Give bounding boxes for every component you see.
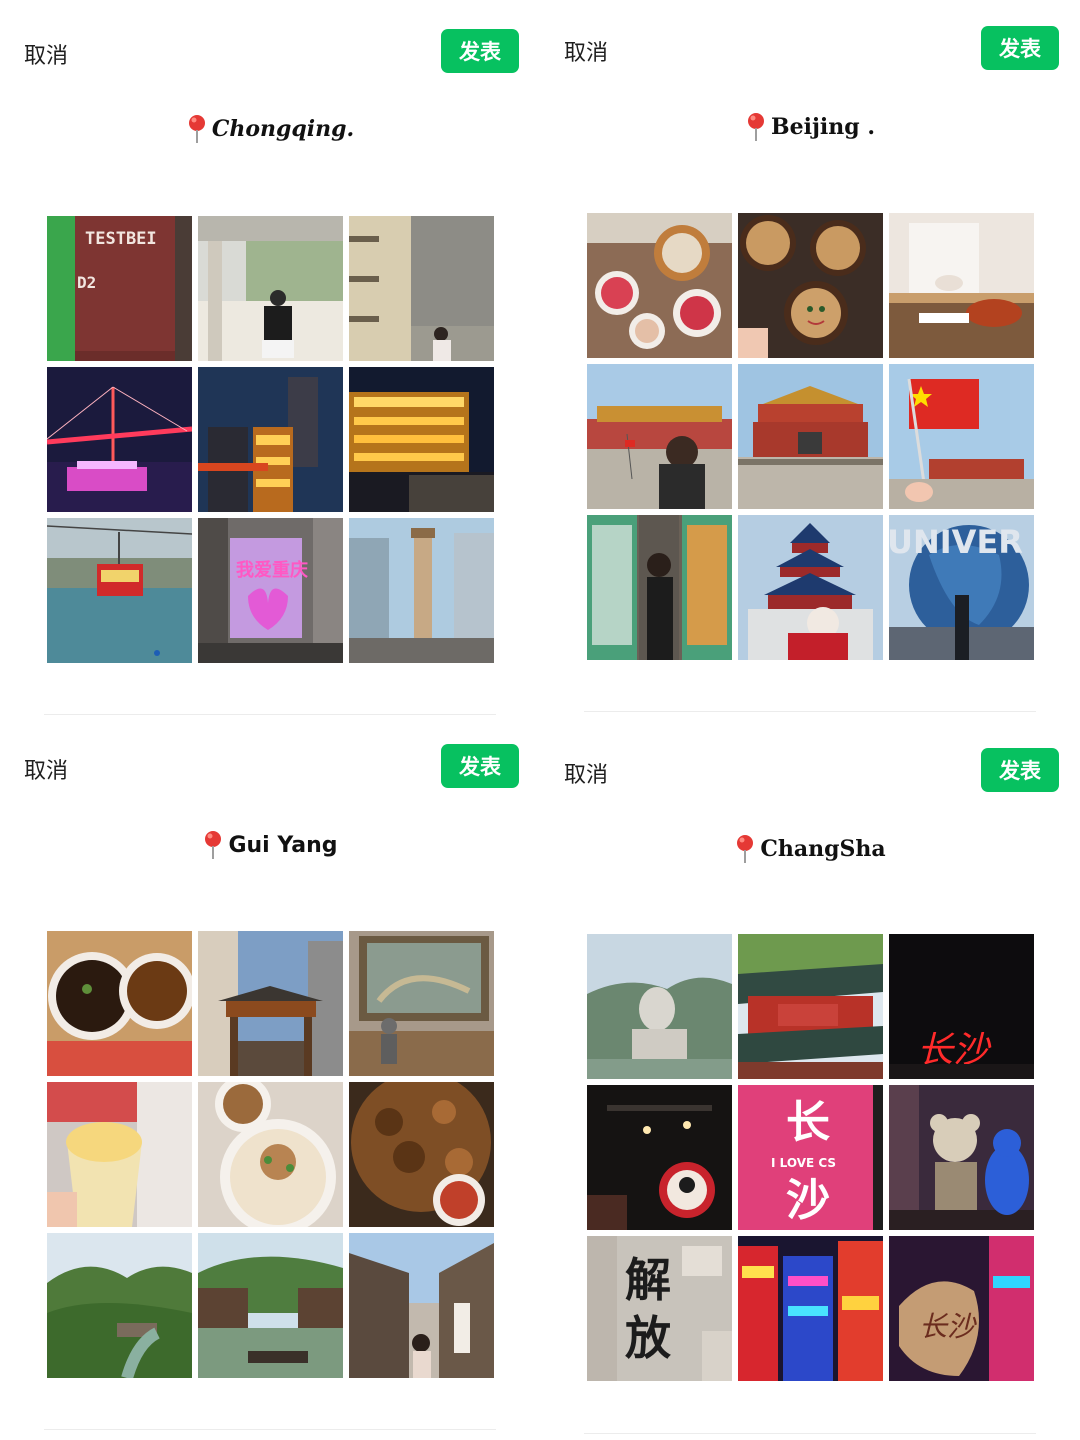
night-tower-photo[interactable] bbox=[198, 367, 343, 512]
svg-text:解: 解 bbox=[625, 1253, 671, 1307]
divider bbox=[584, 711, 1036, 712]
fried-meat-photo[interactable] bbox=[349, 1082, 494, 1227]
rice-noodle-photo[interactable] bbox=[198, 1082, 343, 1227]
photo-grid: 长沙 长 I LOVE CS 沙 解放 长沙 bbox=[587, 934, 1034, 1381]
location-label: Chongqing. bbox=[211, 116, 355, 142]
skyscraper-photo[interactable] bbox=[349, 518, 494, 663]
pin-icon bbox=[734, 834, 756, 864]
divider bbox=[584, 1433, 1036, 1434]
publish-button[interactable]: 发表 bbox=[441, 744, 519, 788]
publish-button[interactable]: 发表 bbox=[441, 29, 519, 73]
photo-grid: UNIVER bbox=[587, 213, 1034, 660]
roast-duck-photo[interactable] bbox=[889, 213, 1034, 358]
billboard-photo[interactable]: 我爱重庆 bbox=[198, 518, 343, 663]
svg-text:长沙: 长沙 bbox=[919, 1310, 977, 1343]
divider bbox=[44, 1429, 496, 1430]
river-town-photo[interactable] bbox=[198, 1233, 343, 1378]
publish-button[interactable]: 发表 bbox=[981, 26, 1059, 70]
cancel-button[interactable]: 取消 bbox=[24, 753, 68, 785]
svg-text:I LOVE CS: I LOVE CS bbox=[771, 1156, 836, 1170]
location-label: Beijing . bbox=[771, 114, 875, 140]
wooden-street-photo[interactable] bbox=[349, 1233, 494, 1378]
svg-text:我爱重庆: 我爱重庆 bbox=[236, 559, 308, 581]
shop-window-photo[interactable] bbox=[587, 515, 732, 660]
cancel-button[interactable]: 取消 bbox=[564, 757, 608, 789]
pin-icon bbox=[202, 830, 224, 860]
flag-photo[interactable] bbox=[889, 364, 1034, 509]
pin-icon bbox=[186, 114, 208, 144]
neon-street-photo[interactable] bbox=[738, 1236, 883, 1381]
tiananmen-photo[interactable] bbox=[738, 364, 883, 509]
lantern-photo[interactable]: 长沙 bbox=[889, 1236, 1034, 1381]
tiananmen-girl-photo[interactable] bbox=[587, 364, 732, 509]
panel-chongqing: 取消 发表 Chongqing. TESTBEI D2 我爱重庆 bbox=[0, 0, 540, 720]
pavilion-roof-photo[interactable] bbox=[738, 934, 883, 1079]
night-bridge-photo[interactable] bbox=[47, 367, 192, 512]
location-title: Gui Yang bbox=[0, 830, 540, 860]
location-label: Gui Yang bbox=[228, 832, 338, 858]
green-hills-photo[interactable] bbox=[47, 1233, 192, 1378]
old-street-gate-photo[interactable] bbox=[198, 931, 343, 1076]
calligraphy-wall-photo[interactable]: 解放 bbox=[587, 1236, 732, 1381]
cancel-button[interactable]: 取消 bbox=[24, 38, 68, 70]
panel-changsha: 取消 发表 ChangSha 长沙 长 I LOVE CS 沙 解放 长沙 bbox=[540, 720, 1080, 1440]
cable-car-photo[interactable] bbox=[47, 518, 192, 663]
location-title: Chongqing. bbox=[0, 114, 540, 144]
panel-guiyang: 取消 发表 Gui Yang bbox=[0, 720, 540, 1440]
svg-text:UNIVER: UNIVER bbox=[889, 523, 1023, 561]
svg-text:沙: 沙 bbox=[786, 1175, 830, 1226]
location-title: Beijing . bbox=[540, 112, 1080, 142]
photo-grid bbox=[47, 931, 494, 1378]
divider bbox=[44, 714, 496, 715]
publish-button[interactable]: 发表 bbox=[981, 748, 1059, 792]
pin-icon bbox=[745, 112, 767, 142]
sculpture-photo[interactable] bbox=[349, 931, 494, 1076]
svg-text:长: 长 bbox=[786, 1097, 830, 1148]
kaws-photo[interactable] bbox=[889, 1085, 1034, 1230]
pavilion-photo[interactable] bbox=[198, 216, 343, 361]
cancel-button[interactable]: 取消 bbox=[564, 35, 608, 67]
svg-text:D2: D2 bbox=[77, 273, 96, 292]
location-label: ChangSha bbox=[760, 836, 886, 862]
temple-of-heaven-photo[interactable] bbox=[738, 515, 883, 660]
hongyadong-night-photo[interactable] bbox=[349, 367, 494, 512]
universal-globe-photo[interactable]: UNIVER bbox=[889, 515, 1034, 660]
old-wall-photo[interactable] bbox=[349, 216, 494, 361]
location-title: ChangSha bbox=[540, 834, 1080, 864]
svg-text:放: 放 bbox=[625, 1311, 671, 1365]
tea-shop-photo[interactable] bbox=[587, 1085, 732, 1230]
noodle-bowls-photo[interactable] bbox=[47, 931, 192, 1076]
i-love-cs-photo[interactable]: 长 I LOVE CS 沙 bbox=[738, 1085, 883, 1230]
sesame-bowls-photo[interactable] bbox=[738, 213, 883, 358]
mao-statue-photo[interactable] bbox=[587, 934, 732, 1079]
neon-sign-photo[interactable]: 长沙 bbox=[889, 934, 1034, 1079]
factory-door-photo[interactable]: TESTBEI D2 bbox=[47, 216, 192, 361]
ice-cream-photo[interactable] bbox=[47, 1082, 192, 1227]
panel-beijing: 取消 发表 Beijing . UNIVER bbox=[540, 0, 1080, 720]
svg-text:TESTBEI: TESTBEI bbox=[85, 229, 157, 249]
photo-grid: TESTBEI D2 我爱重庆 bbox=[47, 216, 494, 663]
hotpot-photo[interactable] bbox=[587, 213, 732, 358]
